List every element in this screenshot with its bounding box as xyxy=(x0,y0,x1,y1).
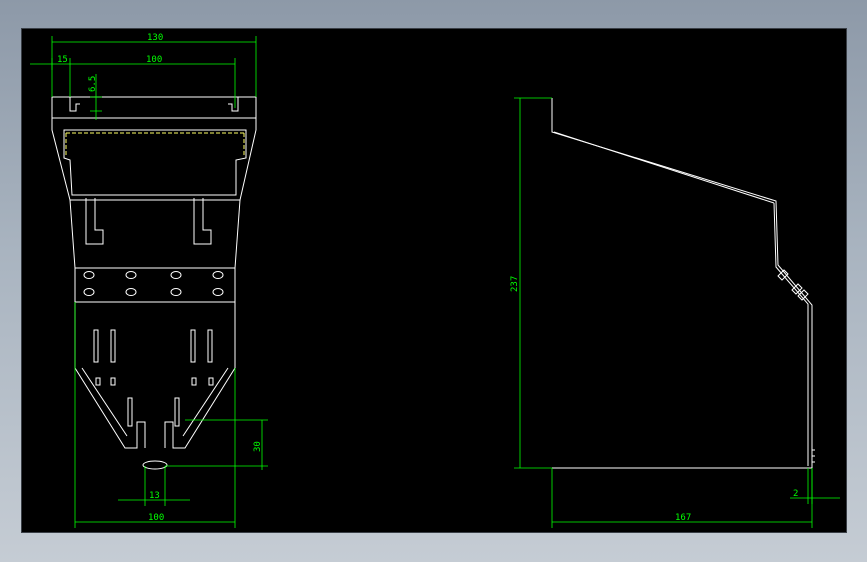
front-bottom-tab xyxy=(142,460,168,470)
front-holes xyxy=(83,271,224,296)
dim-text-2: 2 xyxy=(793,489,798,499)
front-hidden-edges xyxy=(65,132,245,156)
front-rim-notch-right xyxy=(228,97,239,112)
front-clip-left xyxy=(85,198,104,245)
front-slots xyxy=(93,329,214,427)
cad-drawing: 130 15 100 6.5 100 13 30 237 167 2 xyxy=(30,33,840,528)
side-profile-outer xyxy=(551,98,813,469)
front-rim-notch-left xyxy=(69,97,80,112)
dim-text-130: 130 xyxy=(147,33,163,43)
side-profile-inner-2 xyxy=(773,202,809,466)
front-clip-right xyxy=(193,198,212,245)
side-view xyxy=(551,98,815,469)
dim-text-6-5: 6.5 xyxy=(88,76,98,92)
dim-text-100-bottom: 100 xyxy=(148,513,164,523)
dim-text-167: 167 xyxy=(675,513,691,523)
dim-text-30: 30 xyxy=(253,441,263,452)
front-inner-box xyxy=(63,129,247,196)
front-inner-taper xyxy=(81,367,229,437)
dim-text-15: 15 xyxy=(57,55,68,65)
dim-text-237: 237 xyxy=(510,276,520,292)
dim-text-13: 13 xyxy=(149,491,160,501)
side-dim-texts: 237 167 2 xyxy=(510,276,798,523)
front-view xyxy=(51,96,257,470)
front-top-rim xyxy=(51,96,257,119)
side-dimensions xyxy=(514,97,840,528)
dim-text-100-top: 100 xyxy=(146,55,162,65)
front-lower-body xyxy=(74,302,236,449)
side-profile-inner xyxy=(553,131,775,204)
front-hole-band xyxy=(74,267,236,303)
